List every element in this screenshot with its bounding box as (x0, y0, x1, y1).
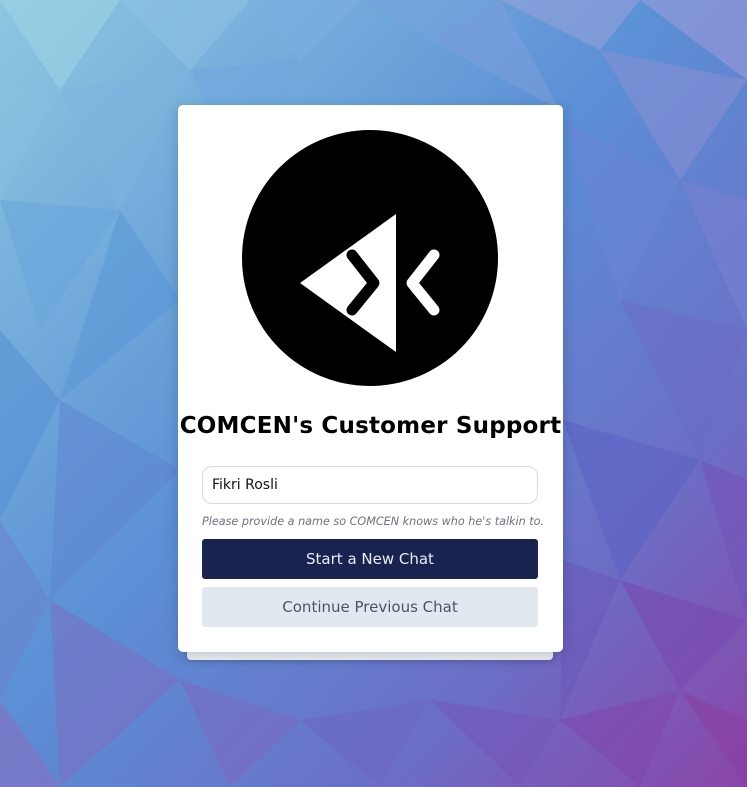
start-new-chat-button[interactable]: Start a New Chat (202, 539, 538, 579)
name-hint: Please provide a name so COMCEN knows wh… (202, 515, 545, 528)
login-card: COMCEN's Customer Support Please provide… (178, 105, 563, 652)
comcen-logo-icon (242, 130, 498, 386)
page-title: COMCEN's Customer Support (179, 413, 562, 439)
continue-previous-chat-button[interactable]: Continue Previous Chat (202, 587, 538, 627)
name-input[interactable] (202, 466, 538, 504)
